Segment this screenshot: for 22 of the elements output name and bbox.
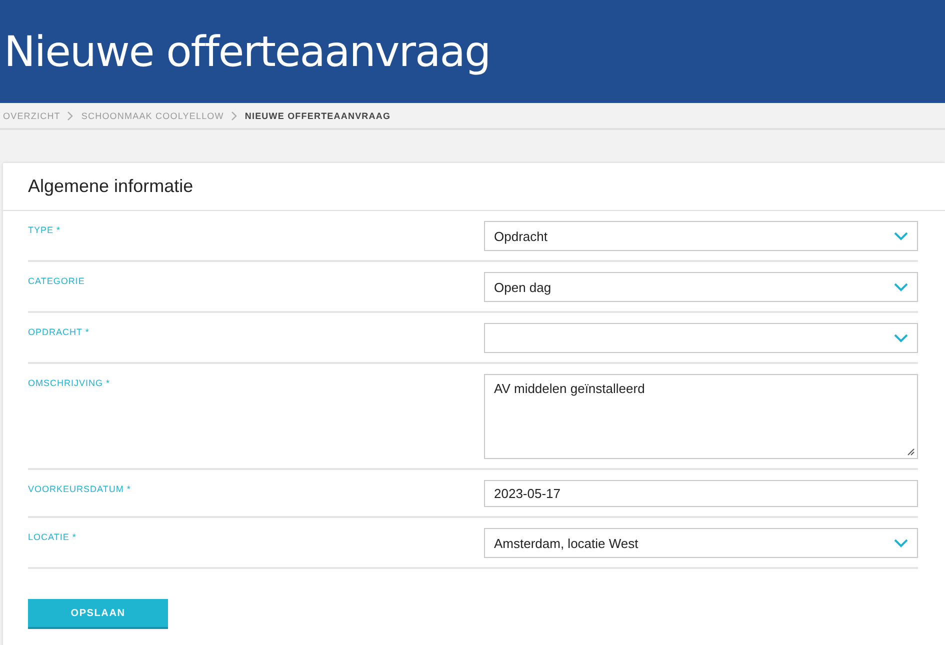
field-label: OMSCHRIJVING * [28,377,110,390]
card-title: Algemene informatie [3,163,945,211]
field-label: OPDRACHT * [28,326,90,339]
chevron-down-icon [894,282,908,292]
dropdown-field[interactable]: Opdracht [484,221,918,251]
field-label: VOORKEURSDATUM * [28,483,131,496]
dropdown-field[interactable] [484,323,918,353]
dropdown-field[interactable]: Open dag [484,272,918,302]
chevron-down-icon [894,232,908,240]
dropdown-field[interactable]: Amsterdam, locatie West [484,528,918,558]
date-field[interactable]: 2023-05-17 [484,480,918,507]
chevron-down-icon [894,334,908,342]
chevron-down-icon [894,538,908,548]
field-label: CATEGORIE [28,275,85,288]
field-label: TYPE * [28,224,61,237]
description-textarea[interactable]: AV middelen geïnstalleerd [484,374,918,459]
field-label: LOCATIE * [28,531,76,544]
breadcrumb-link[interactable]: NIEUWE OFFERTEAANVRAAG [244,110,391,120]
chevron-icon [230,110,238,120]
page-title: Nieuwe offerteaanvraag [4,27,490,76]
resize-handle-icon[interactable] [906,447,915,456]
chevron-icon [67,110,74,120]
